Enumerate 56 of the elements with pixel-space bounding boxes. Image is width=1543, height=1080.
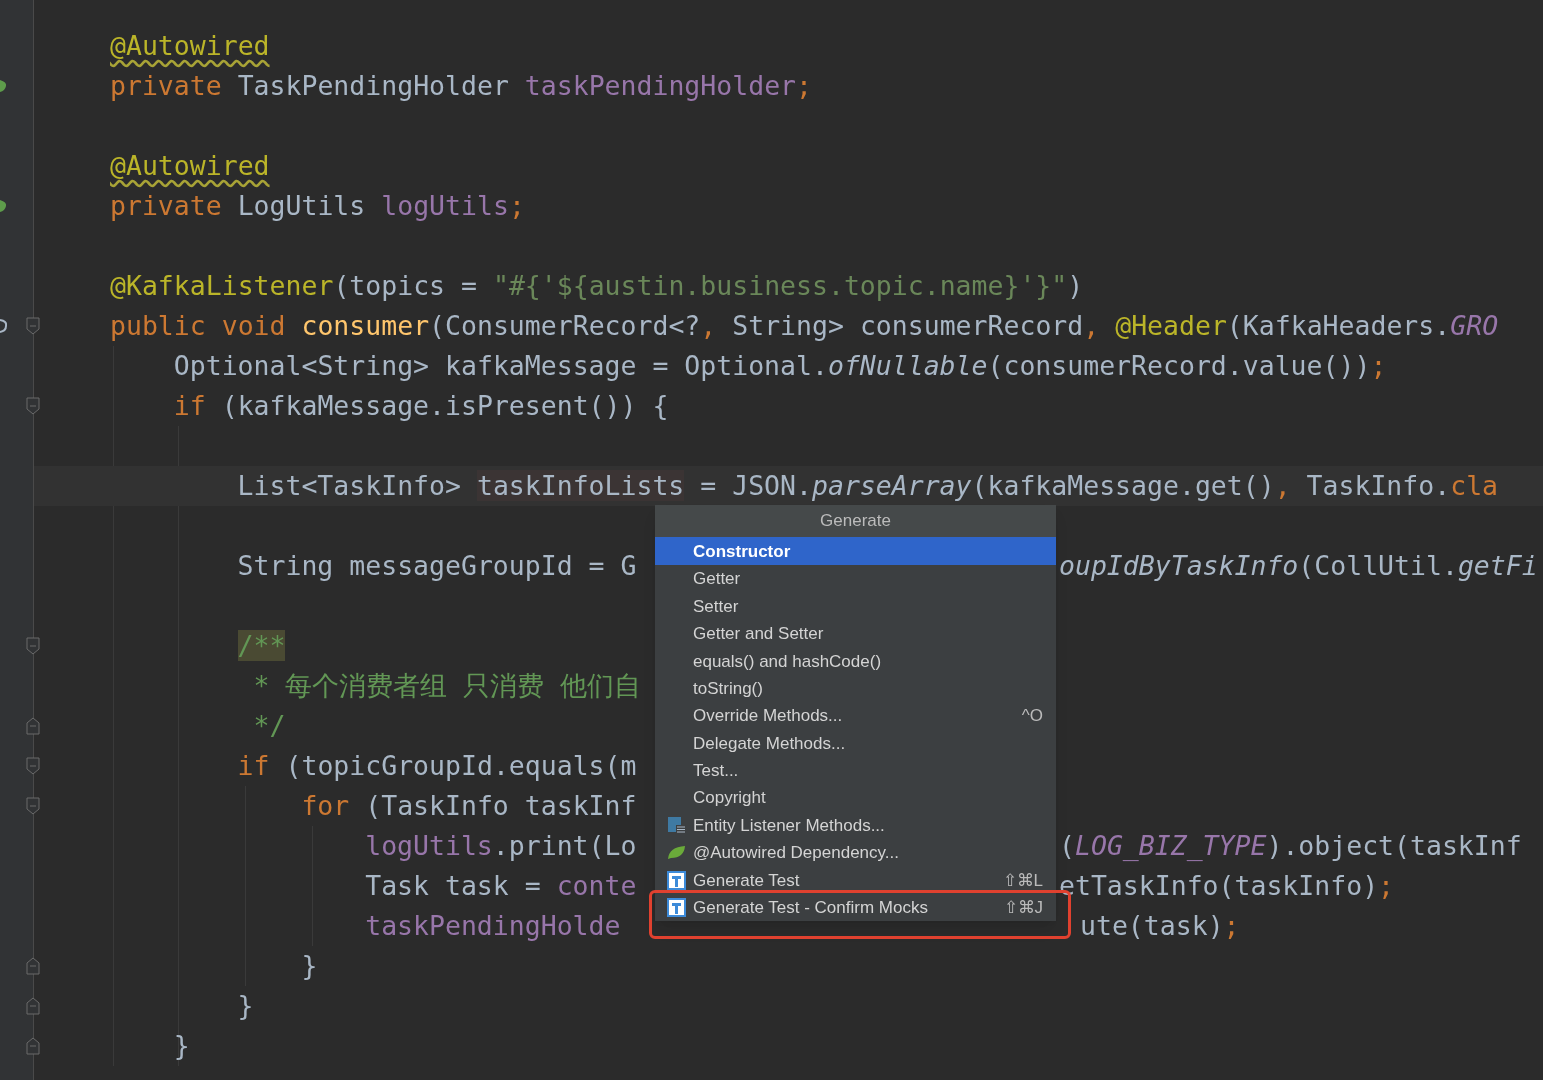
code-line: public void consumer(ConsumerRecord<?, String> consumerRecord, @Header(KafkaHeaders.GRO xyxy=(110,309,1499,344)
code-line: @Autowired xyxy=(110,149,270,184)
menu-item[interactable]: toString() xyxy=(655,674,1056,703)
code-line: @KafkaListener(topics = "#{'${austin.business.topic.name}'}") xyxy=(110,269,1084,304)
code-line: @Autowired xyxy=(110,29,270,64)
shortcut-label: ⇧⌘J xyxy=(1003,897,1043,919)
code-line: Optional<String> kafkaMessage = Optional.ofNullable(consumerRecord.value()); xyxy=(173,349,1387,384)
shortcut-label: ⇧⌘L xyxy=(1002,869,1043,892)
bean-icon[interactable] xyxy=(0,198,7,214)
code-line: ute(task); xyxy=(1080,909,1240,944)
menu-item[interactable]: @Autowired Dependency... xyxy=(655,839,1056,867)
fold-marker-icon[interactable] xyxy=(26,397,40,415)
fold-marker-icon[interactable] xyxy=(26,717,40,735)
code-line: } xyxy=(237,989,254,1024)
fold-marker-icon[interactable] xyxy=(26,757,40,775)
test-icon xyxy=(667,898,686,918)
code-line: if (topicGroupId.equals(m xyxy=(237,749,637,784)
code-line: oupIdByTaskInfo(CollUtil.getFi xyxy=(1059,549,1538,584)
menu-item[interactable]: Constructor xyxy=(655,538,1056,566)
menu-item[interactable]: equals() and hashCode() xyxy=(655,647,1056,675)
code-line: Task task = conte xyxy=(365,869,637,904)
code-line: if (kafkaMessage.isPresent()) { xyxy=(173,389,669,424)
fold-marker-icon[interactable] xyxy=(26,797,40,815)
code-line: List<TaskInfo> taskInfoLists = JSON.parseArray(kafkaMessage.get(), TaskInfo.cla xyxy=(237,469,1499,504)
menu-item[interactable]: Generate Test - Confirm Mocks ⇧⌘J xyxy=(655,894,1056,922)
menu-item[interactable]: Test... xyxy=(655,757,1056,785)
menu-item[interactable]: Delegate Methods... xyxy=(655,729,1056,758)
code-line: logUtils.print(Lo xyxy=(365,829,637,864)
code-line: etTaskInfo(taskInfo); xyxy=(1059,869,1395,904)
code-line: taskPendingHolde xyxy=(365,909,621,944)
test-icon xyxy=(667,870,686,890)
code-line: (LOG_BIZ_TYPE).object(taskInf xyxy=(1059,829,1522,864)
code-line: } xyxy=(301,949,318,984)
menu-item[interactable]: Setter xyxy=(655,592,1056,621)
fold-marker-icon[interactable] xyxy=(26,997,40,1015)
menu-item[interactable]: Getter and Setter xyxy=(655,620,1056,648)
menu-item[interactable]: Generate Test ⇧⌘L xyxy=(655,866,1056,895)
menu-item[interactable]: Getter xyxy=(655,565,1056,593)
fold-marker-icon[interactable] xyxy=(26,317,40,335)
entity-icon xyxy=(667,815,686,835)
code-line: private TaskPendingHolder taskPendingHolder; xyxy=(110,69,813,104)
popup-title: Generate xyxy=(655,505,1056,538)
menu-item[interactable]: Copyright xyxy=(655,784,1056,812)
fold-marker-icon[interactable] xyxy=(26,957,40,975)
code-line: String messageGroupId = G xyxy=(237,549,637,584)
code-line: for (TaskInfo taskInf xyxy=(301,789,637,824)
code-line: */ xyxy=(252,709,286,744)
code-line: } xyxy=(173,1029,190,1064)
fold-marker-icon[interactable] xyxy=(26,1037,40,1055)
code-line: private LogUtils logUtils; xyxy=(110,189,525,224)
code-line: * 每个消费者组 只消费 他们自 xyxy=(252,669,642,704)
menu-item[interactable]: Override Methods... ^O xyxy=(655,702,1056,730)
bean-icon[interactable] xyxy=(0,78,7,94)
shortcut-label: ^O xyxy=(1021,705,1043,728)
menu-item[interactable]: Entity Listener Methods... xyxy=(655,811,1056,840)
fold-marker-icon[interactable] xyxy=(26,637,40,655)
